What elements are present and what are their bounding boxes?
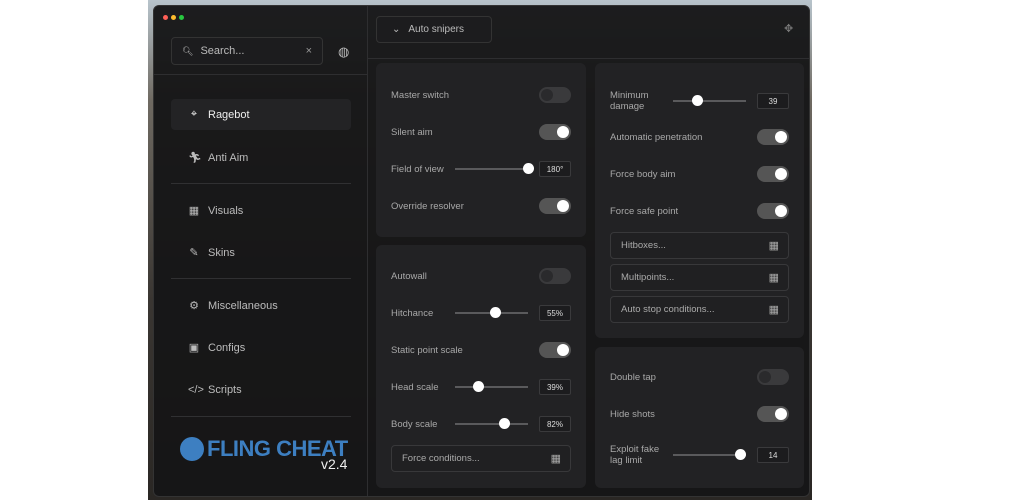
min-damage-slider[interactable] [673,95,746,106]
hitchance-slider[interactable] [455,307,528,318]
panel-exploits: Double tap Hide shots Exploit fake lag l… [595,347,804,488]
multipoints-button[interactable]: Multipoints... ▦ [610,264,789,291]
toggle-knob [759,371,771,383]
fov-slider[interactable] [455,163,534,174]
min-damage-value[interactable]: 39 [757,93,789,109]
move-icon[interactable]: ✥ [784,22,793,35]
body-scale-value[interactable]: 82% [539,416,571,432]
slider-knob [692,95,704,106]
toggle-knob [557,200,569,212]
divider [171,183,351,184]
autowall-toggle[interactable] [539,268,571,284]
running-icon: 🏃︎ [188,152,202,164]
toggle-knob [541,270,553,282]
toggle-knob [775,168,787,180]
sidebar-item-scripts[interactable]: </> Scripts [171,374,351,405]
divider [171,416,351,417]
slider-knob [472,381,484,392]
sidebar-item-configs[interactable]: ▣ Configs [171,332,351,363]
visuals-icon: ▦ [188,205,200,217]
save-icon: ▣ [188,342,200,354]
hide-shots-toggle[interactable] [757,406,789,422]
hitchance-value[interactable]: 55% [539,305,571,321]
static-point-scale-toggle[interactable] [539,342,571,358]
grid-icon: ▦ [768,272,779,284]
slider-knob [735,449,747,460]
fake-lag-value[interactable]: 14 [757,447,789,463]
logo-icon [180,437,204,461]
divider [171,278,351,279]
sidebar-item-miscellaneous[interactable]: ⚙ Miscellaneous [171,290,351,321]
auto-penetration-toggle[interactable] [757,129,789,145]
force-conditions-button[interactable]: Force conditions... ▦ [391,445,571,472]
body-scale-slider[interactable] [455,418,528,429]
search-input[interactable]: 🔍︎ Search... × [171,37,323,65]
divider [368,58,809,59]
cheat-window: 🔍︎ Search... × ◍ ⌖ Ragebot 🏃︎ Anti Aim ▦ Visu… [153,5,810,497]
sidebar-item-ragebot[interactable]: ⌖ Ragebot [171,99,351,130]
auto-stop-button[interactable]: Auto stop conditions... ▦ [610,296,789,323]
version-label: v2.4 [321,456,348,472]
head-scale-value[interactable]: 39% [539,379,571,395]
globe-icon[interactable]: ◍ [338,44,349,60]
crosshair-icon: ⌖ [190,108,198,120]
fake-lag-slider[interactable] [673,449,747,460]
sidebar-item-visuals[interactable]: ▦ Visuals [171,195,351,226]
divider [154,74,368,75]
override-resolver-toggle[interactable] [539,198,571,214]
slider-knob [523,163,534,174]
slider-knob [490,307,502,318]
toggle-knob [775,408,787,420]
grid-icon: ▦ [768,304,779,316]
master-switch-toggle[interactable] [539,87,571,103]
code-icon: </> [188,383,204,396]
panel-accuracy: Autowall Hitchance 55% Static point scale… [376,245,586,488]
force-safe-point-toggle[interactable] [757,203,789,219]
head-scale-slider[interactable] [455,381,528,392]
sidebar-item-skins[interactable]: ✎ Skins [171,237,351,268]
hitboxes-button[interactable]: Hitboxes... ▦ [610,232,789,259]
silent-aim-toggle[interactable] [539,124,571,140]
sidebar: 🔍︎ Search... × ◍ ⌖ Ragebot 🏃︎ Anti Aim ▦ Visu… [154,6,368,496]
search-icon: 🔍︎ [182,45,194,56]
sidebar-item-anti-aim[interactable]: 🏃︎ Anti Aim [171,142,351,173]
toggle-knob [541,89,553,101]
chevron-down-icon: ⌄ [392,24,401,35]
fov-value[interactable]: 180° [539,161,571,177]
toggle-knob [557,126,569,138]
panel-damage: Minimum damage 39 Automatic penetration F… [595,63,804,338]
grid-icon: ▦ [768,240,779,252]
toggle-knob [775,205,787,217]
force-body-aim-toggle[interactable] [757,166,789,182]
weapon-dropdown[interactable]: ⌄ Auto snipers [376,16,492,43]
panel-general: Master switch Silent aim Field of view 18… [376,63,586,237]
clear-search-button[interactable]: × [306,45,312,57]
toggle-knob [557,344,569,356]
toggle-knob [775,131,787,143]
gear-icon: ⚙ [189,300,199,312]
double-tap-toggle[interactable] [757,369,789,385]
grid-icon: ▦ [550,453,561,465]
brush-icon: ✎ [189,247,199,259]
slider-knob [498,418,510,429]
